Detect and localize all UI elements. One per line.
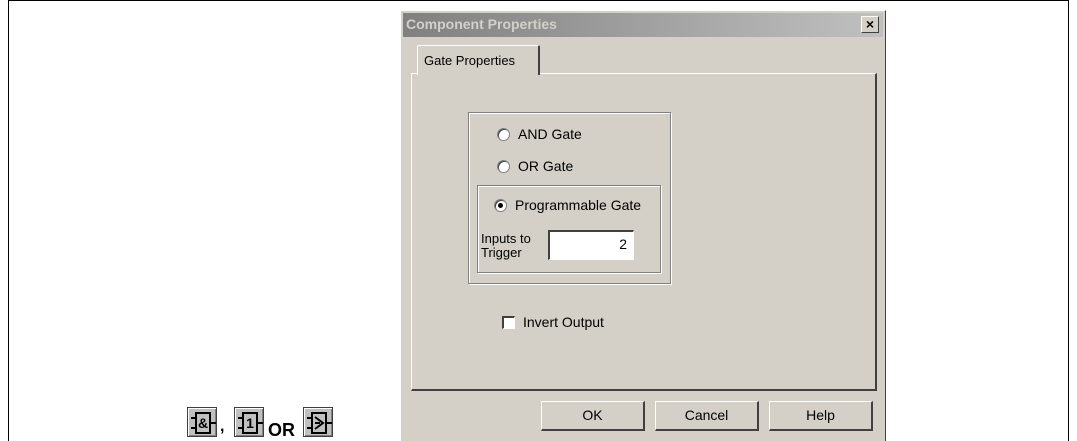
or-gate-symbol: 1: [246, 415, 254, 431]
or-gate-radio[interactable]: [497, 159, 510, 173]
inputs-to-trigger-field[interactable]: 2: [548, 230, 634, 260]
programmable-gate-option[interactable]: Programmable Gate: [494, 197, 641, 213]
dialog-titlebar[interactable]: Component Properties ×: [403, 13, 883, 37]
and-gate-radio[interactable]: [497, 127, 510, 141]
programmable-gate-icon: [303, 407, 333, 437]
gate-properties-panel: AND Gate OR Gate Programmable Gate Input…: [411, 73, 877, 391]
dialog-title: Component Properties: [406, 16, 557, 32]
programmable-gate-radio[interactable]: [494, 198, 507, 212]
or-gate-label: OR Gate: [518, 158, 574, 174]
inputs-label-line1: Inputs to: [481, 231, 531, 246]
cancel-button[interactable]: Cancel: [655, 401, 759, 431]
inputs-to-trigger-label: Inputs to Trigger: [481, 232, 531, 260]
gate-type-group: AND Gate OR Gate Programmable Gate Input…: [468, 112, 671, 284]
close-icon: ×: [865, 16, 875, 32]
and-gate-label: AND Gate: [518, 126, 582, 142]
ok-button[interactable]: OK: [541, 401, 645, 431]
and-gate-icon: &: [187, 407, 217, 437]
tab-gate-properties[interactable]: Gate Properties: [417, 45, 540, 75]
separator-or: OR: [268, 420, 295, 440]
invert-output-option[interactable]: Invert Output: [502, 314, 604, 330]
invert-output-checkbox[interactable]: [502, 315, 515, 329]
help-button[interactable]: Help: [769, 401, 873, 431]
separator-comma: ,: [220, 418, 225, 435]
or-gate-icon: 1: [234, 407, 264, 437]
programmable-gate-group: Programmable Gate Inputs to Trigger 2: [477, 185, 661, 273]
programmable-gate-label: Programmable Gate: [515, 197, 642, 213]
and-gate-option[interactable]: AND Gate: [497, 126, 582, 142]
component-properties-dialog: Component Properties × Gate Properties A…: [400, 10, 886, 441]
and-gate-symbol: &: [198, 415, 208, 431]
inputs-label-line2: Trigger: [481, 245, 522, 260]
close-button[interactable]: ×: [861, 16, 879, 33]
invert-output-label: Invert Output: [523, 314, 604, 330]
or-gate-option[interactable]: OR Gate: [497, 158, 573, 174]
tab-label: Gate Properties: [424, 53, 516, 68]
